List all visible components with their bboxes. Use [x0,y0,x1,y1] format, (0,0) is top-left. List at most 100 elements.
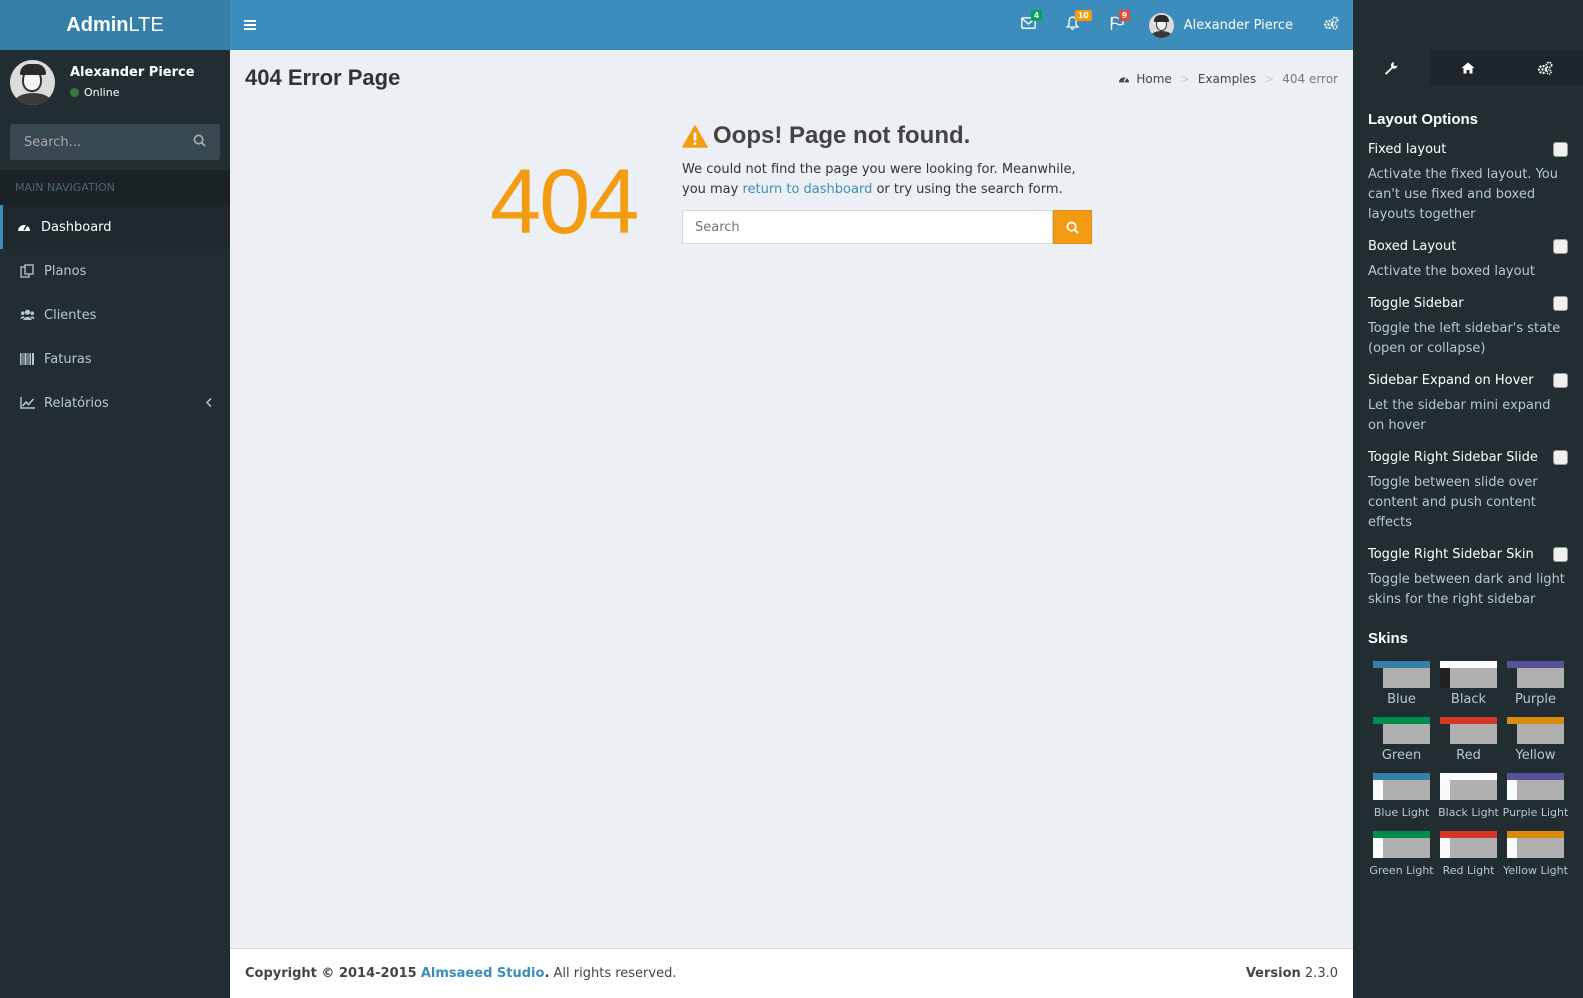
skin-label: Black Light [1438,806,1499,819]
skin-swatch [1440,773,1497,800]
option-sidebar-expand-hover: Sidebar Expand on Hover Let the sidebar … [1368,373,1568,436]
skin-swatch [1507,773,1564,800]
copy-icon [20,264,36,278]
skin-purple-light[interactable]: Purple Light [1502,773,1569,821]
skin-black-light[interactable]: Black Light [1435,773,1502,821]
user-status[interactable]: Online [70,86,195,99]
logo-bold: Admin [66,13,129,36]
tasks-badge: 9 [1118,10,1131,21]
tab-settings[interactable] [1506,50,1583,85]
error-search-input[interactable] [682,210,1053,244]
skin-label: Blue [1387,692,1416,707]
footer: Copyright © 2014-2015 Almsaeed Studio. A… [230,948,1353,998]
option-title: Toggle Right Sidebar Skin [1368,547,1534,562]
messages-button[interactable]: 4 [1007,0,1051,50]
avatar [10,59,55,105]
boxed-layout-checkbox[interactable] [1553,239,1568,254]
right-sidebar-slide-checkbox[interactable] [1553,450,1568,465]
skin-purple[interactable]: Purple [1502,661,1569,707]
skin-label: Black [1450,692,1487,707]
option-desc: Toggle between dark and light skins for … [1368,572,1565,607]
control-sidebar-toggle[interactable] [1309,0,1353,50]
option-title: Toggle Sidebar [1368,296,1464,311]
gears-icon [1323,16,1339,34]
sidebar-item-label: Relatórios [44,395,109,411]
breadcrumb-home[interactable]: Home [1136,72,1171,86]
content-area: 404 Error Page Home > Examples > 404 err… [230,50,1353,948]
skin-blue[interactable]: Blue [1368,661,1435,707]
search-icon [1066,220,1079,234]
option-boxed-layout: Boxed Layout Activate the boxed layout [1368,239,1568,282]
tab-layout-options[interactable] [1353,50,1430,85]
error-message: We could not find the page you were look… [682,162,1076,197]
home-icon [1461,62,1475,74]
nav-header: MAIN NAVIGATION [0,170,230,205]
option-title: Sidebar Expand on Hover [1368,373,1534,388]
skin-swatch [1373,831,1430,858]
skin-red[interactable]: Red [1435,717,1502,763]
logo[interactable]: Admin LTE [0,0,230,50]
skin-swatch [1373,661,1430,688]
barcode-icon [20,353,36,365]
skin-swatch [1373,773,1430,800]
option-desc: Activate the boxed layout [1368,264,1535,279]
skin-label: Yellow [1515,748,1556,763]
option-title: Fixed layout [1368,142,1447,157]
skin-label: Green [1381,748,1422,763]
user-name: Alexander Pierce [70,65,195,80]
skin-swatch [1507,717,1564,744]
skin-swatch [1440,661,1497,688]
sidebar-expand-hover-checkbox[interactable] [1553,373,1568,388]
skins-heading: Skins [1368,630,1409,647]
option-title: Boxed Layout [1368,239,1457,254]
user-menu[interactable]: Alexander Pierce [1139,0,1309,50]
option-desc: Toggle between slide over content and pu… [1368,475,1538,530]
skin-red-light[interactable]: Red Light [1435,831,1502,879]
option-title: Toggle Right Sidebar Slide [1368,450,1538,465]
toggle-sidebar-checkbox[interactable] [1553,296,1568,311]
skin-green-light[interactable]: Green Light [1368,831,1435,879]
error-content: Oops! Page not found. We could not find … [682,122,1092,244]
breadcrumb-examples[interactable]: Examples [1198,72,1256,86]
sidebar-item-relatorios[interactable]: Relatórios [0,381,230,425]
studio-link[interactable]: Almsaeed Studio [421,966,545,981]
error-search-button[interactable] [1053,210,1092,244]
fixed-layout-checkbox[interactable] [1553,142,1568,157]
skin-label: Blue Light [1373,806,1430,819]
skin-blue-light[interactable]: Blue Light [1368,773,1435,821]
user-status-label: Online [84,86,120,99]
sidebar-item-dashboard[interactable]: Dashboard [0,205,230,249]
warning-icon [682,124,713,148]
sidebar-search [10,124,220,160]
sidebar-item-planos[interactable]: Planos [0,249,230,293]
sidebar-search-input[interactable] [24,134,174,150]
search-icon[interactable] [193,134,206,151]
dashboard-icon [1118,74,1130,84]
sidebar-item-label: Dashboard [41,219,112,235]
skin-green[interactable]: Green [1368,717,1435,763]
skin-black[interactable]: Black [1435,661,1502,707]
skin-yellow-light[interactable]: Yellow Light [1502,831,1569,879]
skin-swatch [1440,831,1497,858]
error-title: Oops! Page not found. [682,122,1092,150]
footer-version: Version 2.3.0 [1245,966,1338,981]
sidebar-item-label: Clientes [44,307,97,323]
tab-home[interactable] [1430,50,1507,85]
skin-label: Red Light [1442,864,1495,877]
tasks-button[interactable]: 9 [1095,0,1139,50]
sidebar-toggle-icon[interactable] [244,16,258,34]
skin-label: Yellow Light [1503,864,1568,877]
error-title-text: Oops! Page not found. [713,122,971,149]
right-sidebar-skin-checkbox[interactable] [1553,547,1568,562]
notifications-button[interactable]: 10 [1051,0,1095,50]
top-navbar: 4 10 9 Alexander Pierce [230,0,1353,50]
sidebar-item-faturas[interactable]: Faturas [0,337,230,381]
option-fixed-layout: Fixed layout Activate the fixed layout. … [1368,142,1568,225]
logo-light: LTE [128,13,164,36]
left-sidebar: AdminLTE Alexander Pierce Online MAIN NA… [0,0,230,998]
skin-yellow[interactable]: Yellow [1502,717,1569,763]
gears-icon [1537,61,1553,75]
sidebar-item-clientes[interactable]: Clientes [0,293,230,337]
return-to-dashboard-link[interactable]: return to dashboard [742,182,872,197]
notifications-badge: 10 [1074,10,1092,21]
